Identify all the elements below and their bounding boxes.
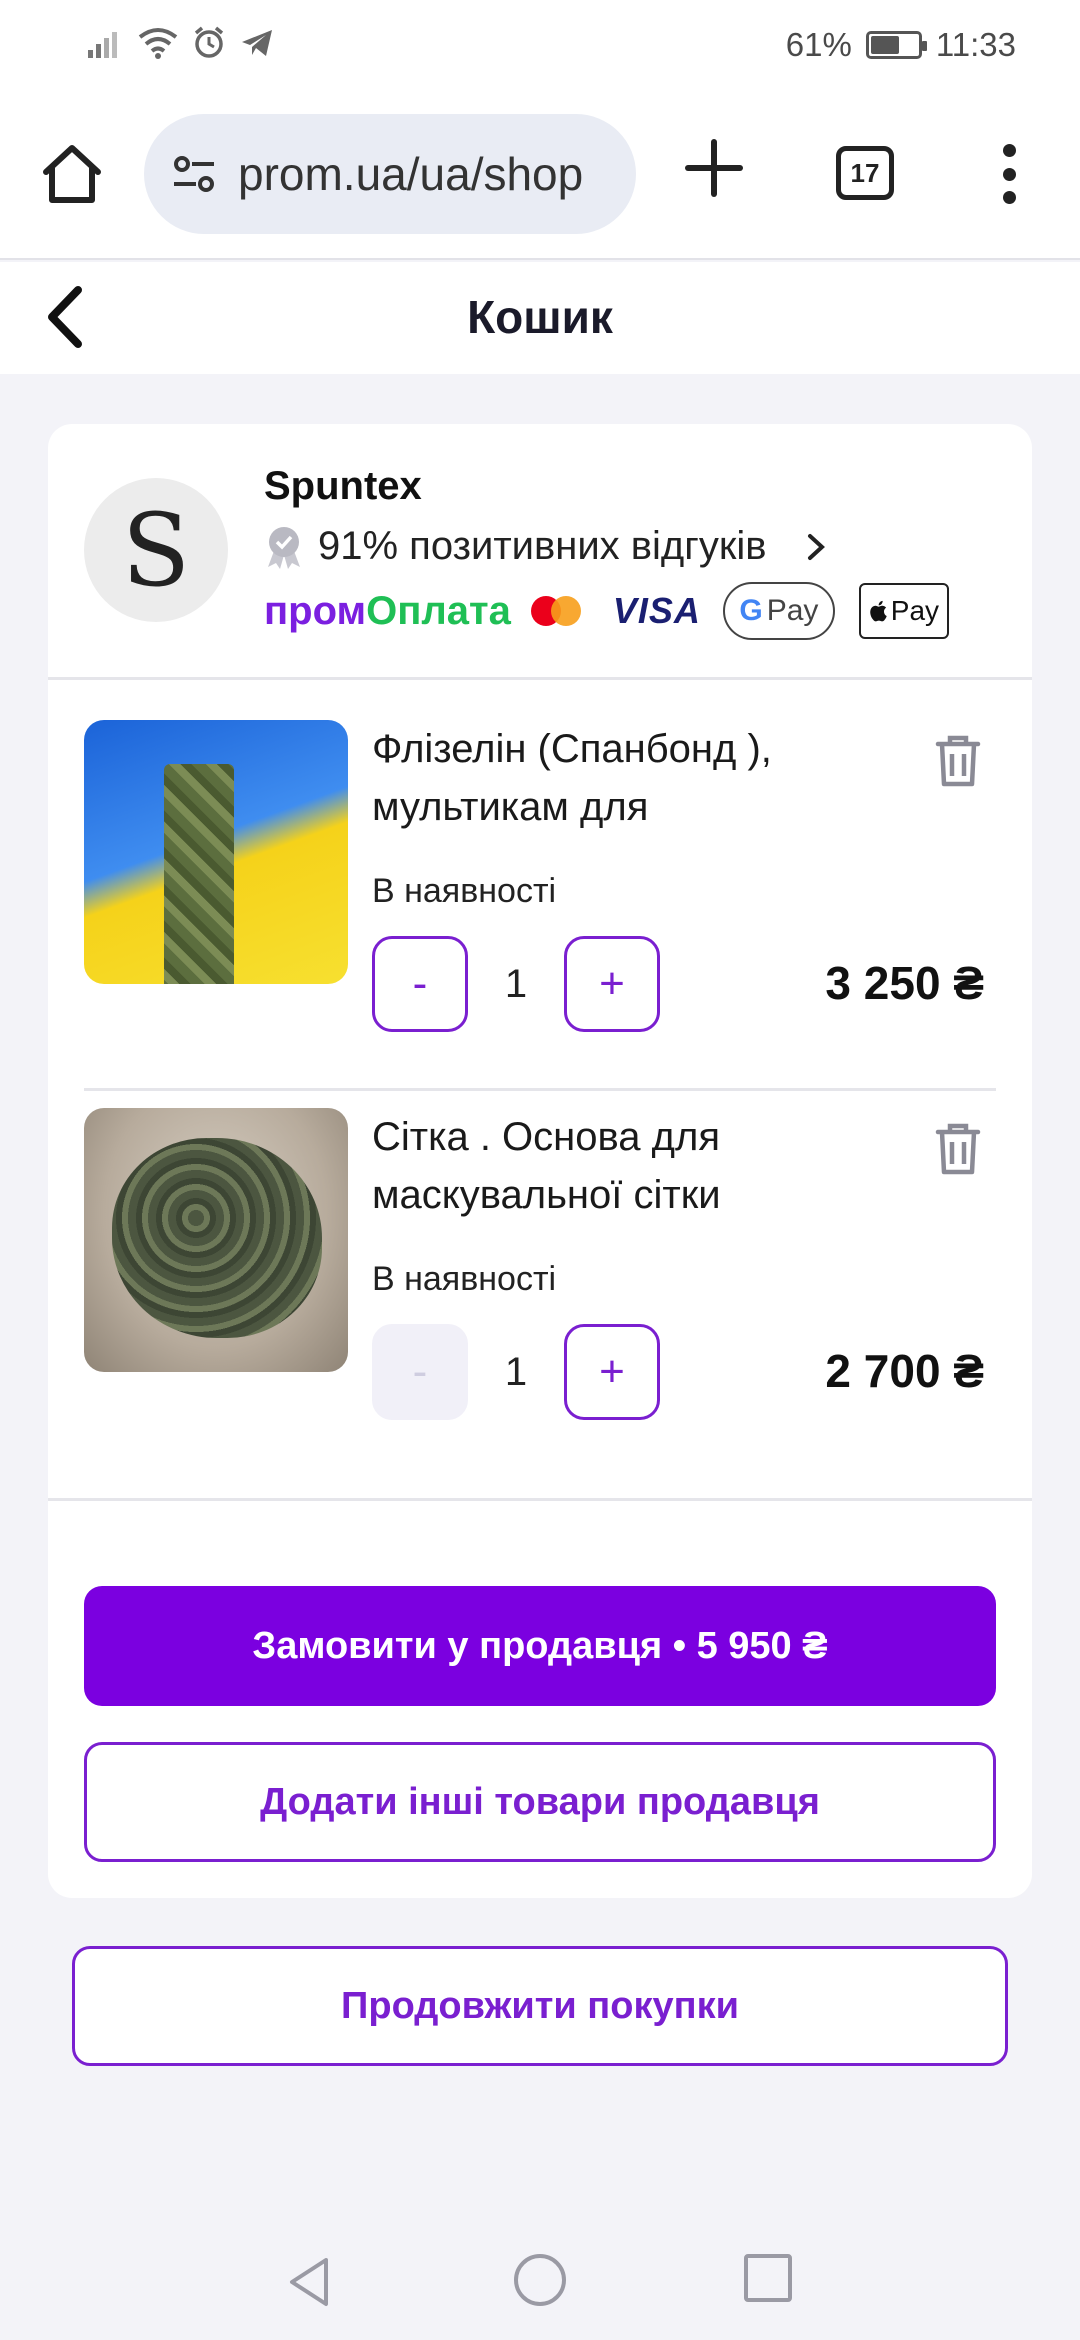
nav-back-icon[interactable]: [282, 2254, 338, 2310]
nav-recents-icon[interactable]: [744, 2254, 792, 2302]
decrease-quantity-button[interactable]: -: [372, 936, 468, 1032]
product-title[interactable]: Флізелін (Спанбонд ), мультикам для: [372, 720, 842, 836]
quantity-stepper: - 1 +: [372, 936, 660, 1032]
card-divider: [48, 1498, 1032, 1501]
apple-pay-icon: Pay: [858, 583, 949, 639]
item-divider: [84, 1088, 996, 1091]
product-title[interactable]: Сітка . Основа для маскувальної сітки: [372, 1108, 842, 1224]
battery-percent: 61%: [785, 26, 852, 63]
tab-switcher-button[interactable]: 17: [836, 146, 894, 200]
prom-oplata-logo: промОплата: [264, 588, 511, 633]
address-bar[interactable]: prom.ua/ua/shop: [144, 114, 636, 234]
battery-fill: [870, 36, 899, 54]
signal-icon: [88, 32, 117, 58]
google-pay-icon: G Pay: [722, 582, 835, 640]
page-title: Кошик: [467, 291, 613, 343]
decrease-quantity-button[interactable]: -: [372, 1324, 468, 1420]
seller-header[interactable]: S Spuntex 91% позитивних відгуків промОп…: [48, 424, 1032, 680]
quantity-value[interactable]: 1: [468, 962, 564, 1007]
seller-rating[interactable]: 91% позитивних відгуків: [264, 524, 828, 569]
battery-icon: [865, 31, 927, 59]
availability-status: В наявності: [372, 872, 557, 910]
seller-name[interactable]: Spuntex: [264, 464, 422, 509]
menu-dots-icon[interactable]: [992, 144, 1026, 204]
quantity-value[interactable]: 1: [468, 1350, 564, 1395]
nav-home-icon[interactable]: [514, 2254, 566, 2306]
clock: 11:33: [935, 26, 1016, 63]
cart-item: Сітка . Основа для маскувальної сітки В …: [84, 1108, 996, 1448]
seller-cart-card: S Spuntex 91% позитивних відгуків промОп…: [48, 424, 1032, 1898]
trash-icon[interactable]: [928, 1118, 988, 1178]
system-nav-bar: [0, 2220, 1080, 2340]
new-tab-icon[interactable]: [682, 136, 746, 200]
site-settings-icon[interactable]: [172, 154, 216, 194]
order-from-seller-button[interactable]: Замовити у продавця • 5 950 ₴: [84, 1586, 996, 1706]
payment-methods: промОплата VISA G Pay Pay: [264, 582, 949, 640]
url-text[interactable]: prom.ua/ua/shop: [238, 147, 618, 201]
increase-quantity-button[interactable]: +: [564, 1324, 660, 1420]
cart-item: Флізелін (Спанбонд ), мультикам для В на…: [84, 720, 996, 1060]
availability-status: В наявності: [372, 1260, 557, 1298]
visa-logo: VISA: [612, 590, 701, 631]
status-bar: 61% 11:33: [0, 0, 1080, 96]
item-price: 3 250 ₴: [825, 957, 984, 1009]
rating-text: 91% позитивних відгуків: [318, 524, 767, 568]
product-image[interactable]: [84, 1108, 348, 1372]
trash-icon[interactable]: [928, 730, 988, 790]
page-header: Кошик: [0, 262, 1080, 374]
seller-avatar: S: [84, 478, 228, 622]
continue-shopping-button[interactable]: Продовжити покупки: [72, 1946, 1008, 2066]
mastercard-icon: [530, 594, 585, 628]
increase-quantity-button[interactable]: +: [564, 936, 660, 1032]
home-icon[interactable]: [38, 140, 106, 208]
quantity-stepper: - 1 +: [372, 1324, 660, 1420]
wifi-icon: [138, 28, 178, 59]
chevron-right-icon[interactable]: [804, 532, 828, 562]
add-seller-items-button[interactable]: Додати інші товари продавця: [84, 1742, 996, 1862]
status-icons-left: [88, 26, 274, 60]
product-image[interactable]: [84, 720, 348, 984]
verified-badge-icon: [268, 526, 300, 569]
telegram-icon: [242, 30, 272, 56]
status-icons-right: 61% 11:33: [786, 26, 1016, 64]
item-price: 2 700 ₴: [825, 1345, 984, 1397]
browser-toolbar: prom.ua/ua/shop 17: [0, 96, 1080, 260]
alarm-icon: [194, 26, 224, 58]
